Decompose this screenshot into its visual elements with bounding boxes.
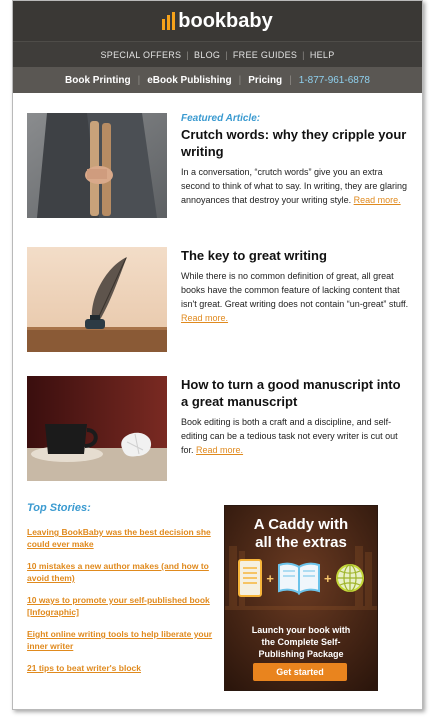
article-description: While there is no common definition of g… xyxy=(181,269,411,325)
featured-article: Featured Article: Crutch words: why they… xyxy=(27,113,415,223)
story-link[interactable]: Leaving BookBaby was the best decision s… xyxy=(27,526,217,550)
nav-ebook-publishing[interactable]: eBook Publishing xyxy=(147,75,231,86)
story-link[interactable]: 10 mistakes a new author makes (and how … xyxy=(27,560,217,584)
nav-free-guides[interactable]: FREE GUIDES xyxy=(233,50,297,60)
plus-icon: + xyxy=(266,570,274,586)
read-more-link[interactable]: Read more. xyxy=(181,313,228,323)
article-title[interactable]: Crutch words: why they cripple your writ… xyxy=(181,126,411,160)
promo-body-line: Launch your book with xyxy=(251,625,351,635)
get-started-button[interactable]: Get started xyxy=(253,663,347,681)
article-text: Featured Article: Crutch words: why they… xyxy=(181,113,411,207)
promo-title-line: A Caddy with xyxy=(253,516,349,533)
promo-body-line: Publishing Package xyxy=(258,649,344,659)
article-description: Book editing is both a craft and a disci… xyxy=(181,415,411,457)
plus-icon: + xyxy=(324,570,332,586)
article-text: The key to great writing While there is … xyxy=(181,247,411,325)
top-nav: SPECIAL OFFERS | BLOG | FREE GUIDES | HE… xyxy=(13,41,422,67)
featured-label: Featured Article: xyxy=(181,113,261,124)
nav-book-printing[interactable]: Book Printing xyxy=(65,75,131,86)
article-title[interactable]: The key to great writing xyxy=(181,247,411,264)
promo-title-line: all the extras xyxy=(255,534,347,551)
globe-icon xyxy=(335,564,364,592)
read-more-link[interactable]: Read more. xyxy=(354,195,401,205)
nav-divider: | xyxy=(186,49,189,60)
article-desc-text: While there is no common definition of g… xyxy=(181,271,409,309)
promo-title: A Caddy with all the extras xyxy=(225,516,377,552)
article-item: How to turn a good manuscript into a gre… xyxy=(27,376,415,486)
top-stories: Top Stories: Leaving BookBaby was the be… xyxy=(27,502,217,684)
article-text: How to turn a good manuscript into a gre… xyxy=(181,376,411,457)
promo-body-line: the Complete Self- xyxy=(261,637,341,647)
nav-divider: | xyxy=(137,74,141,86)
nav-pricing[interactable]: Pricing xyxy=(248,75,282,86)
top-stories-heading: Top Stories: xyxy=(27,502,91,514)
bookbaby-logo-icon xyxy=(162,12,176,30)
bookbaby-logo[interactable]: bookbaby xyxy=(162,9,273,33)
nav-blog[interactable]: BLOG xyxy=(194,50,220,60)
article-description: In a conversation, “crutch words” give y… xyxy=(181,165,411,207)
article-image-coffee[interactable] xyxy=(27,376,167,481)
article-title[interactable]: How to turn a good manuscript into a gre… xyxy=(181,376,411,410)
nav-divider: | xyxy=(289,74,292,86)
nav-divider: | xyxy=(302,49,305,60)
read-more-link[interactable]: Read more. xyxy=(196,445,243,455)
nav-help[interactable]: HELP xyxy=(310,50,335,60)
promo-banner[interactable]: A Caddy with all the extras + + Launch y… xyxy=(224,505,378,691)
story-link[interactable]: Eight online writing tools to help liber… xyxy=(27,628,217,652)
nav-divider: | xyxy=(238,74,242,86)
promo-body: Launch your book with the Complete Self-… xyxy=(225,624,377,660)
logo-bar: bookbaby xyxy=(13,1,422,41)
brand-name: bookbaby xyxy=(178,9,273,32)
story-link[interactable]: 21 tips to beat writer's block xyxy=(27,662,217,674)
printed-book-icon xyxy=(238,559,263,597)
phone-number[interactable]: 1-877-961-6878 xyxy=(299,75,370,86)
article-image-quill[interactable] xyxy=(27,247,167,352)
main-nav: Book Printing | eBook Publishing | Prici… xyxy=(13,67,422,93)
nav-divider: | xyxy=(225,49,228,60)
story-link[interactable]: 10 ways to promote your self-published b… xyxy=(27,594,217,618)
article-image-crutch[interactable] xyxy=(27,113,167,218)
email-frame: bookbaby SPECIAL OFFERS | BLOG | FREE GU… xyxy=(12,0,423,710)
nav-special-offers[interactable]: SPECIAL OFFERS xyxy=(100,50,181,60)
open-book-icon xyxy=(278,562,320,595)
promo-icons: + + xyxy=(225,558,377,598)
article-item: The key to great writing While there is … xyxy=(27,247,415,357)
